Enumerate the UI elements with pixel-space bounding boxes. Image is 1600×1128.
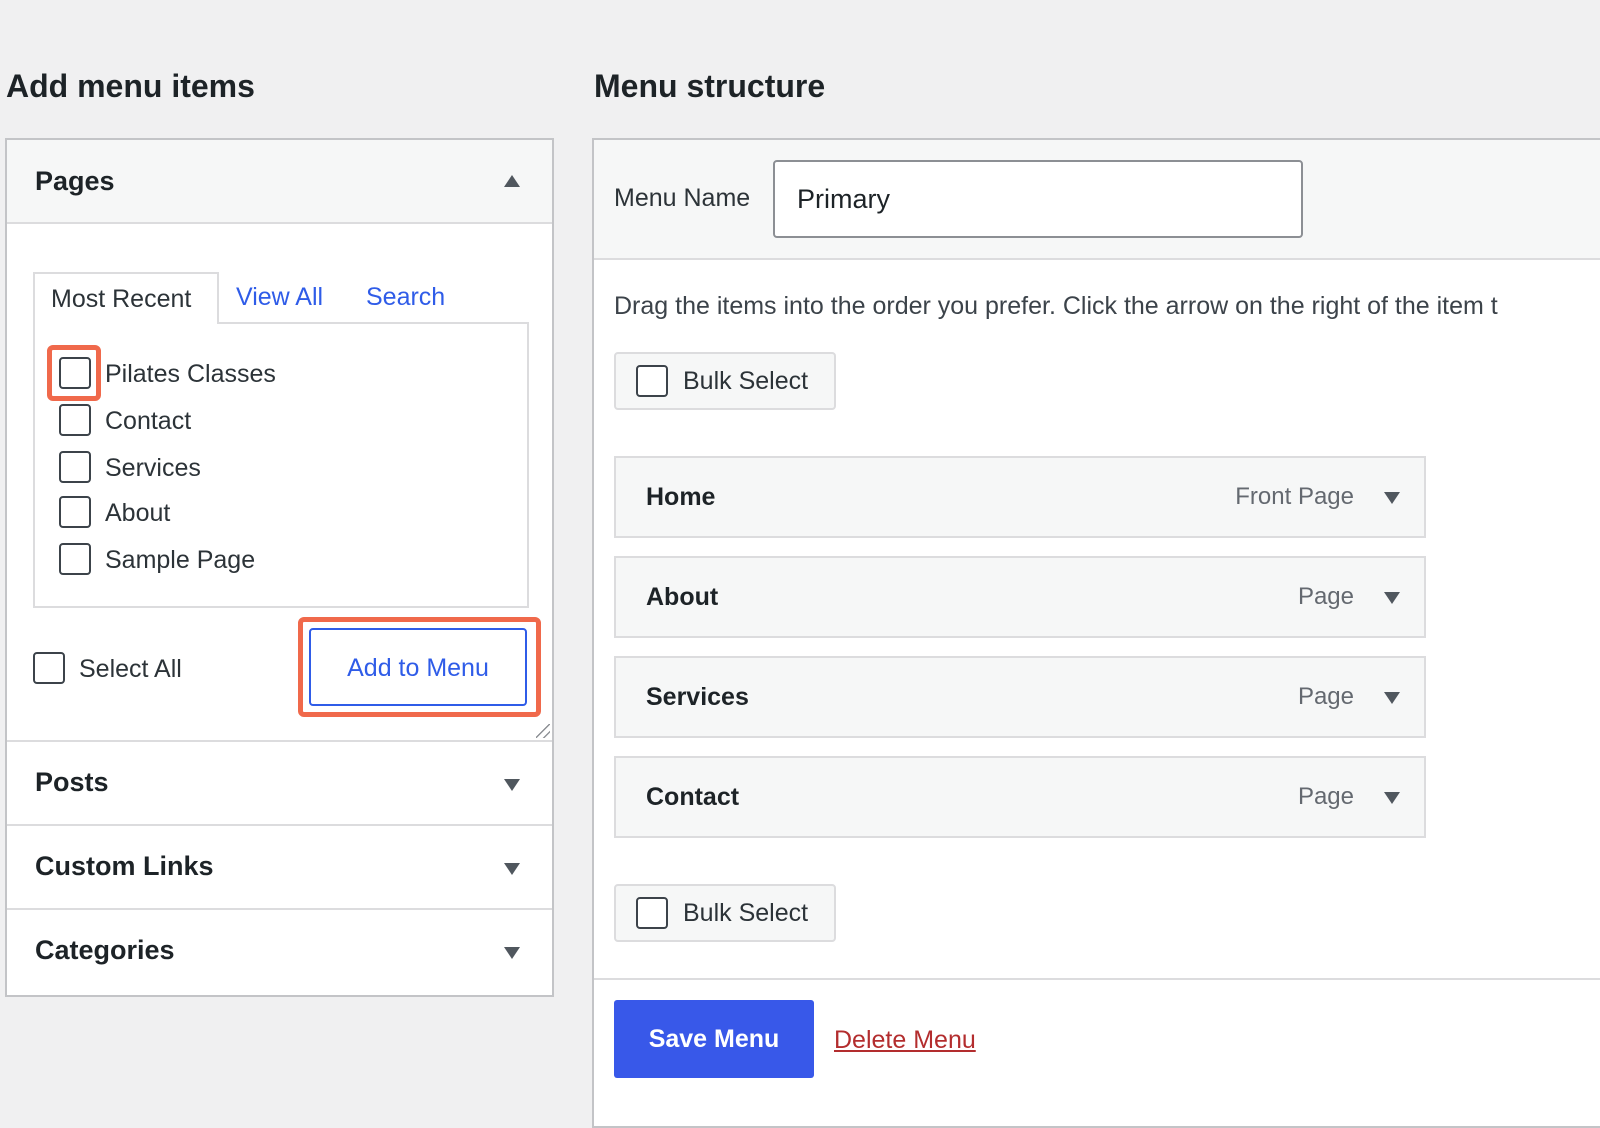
delete-menu-link[interactable]: Delete Menu [834,1026,976,1055]
custom-links-section-title: Custom Links [35,851,214,881]
add-menu-items-title: Add menu items [6,68,255,104]
bulk-select-label: Bulk Select [683,367,809,395]
menu-name-header: Menu Name [594,140,1600,260]
save-menu-button[interactable]: Save Menu [614,1000,814,1078]
pages-section-title: Pages [35,166,115,196]
expand-arrow-icon[interactable] [504,863,520,875]
menu-structure-panel: Menu Name Drag the items into the order … [592,138,1600,1128]
page-item-label: Sample Page [105,546,256,574]
tab-view-all[interactable]: View All [236,272,323,322]
page-item-label: About [105,499,171,527]
page-checkbox[interactable] [59,357,91,389]
menu-item-title: Services [646,683,749,711]
menu-item-about[interactable]: About Page [614,556,1426,638]
categories-section-title: Categories [35,935,175,965]
menu-item-contact[interactable]: Contact Page [614,756,1426,838]
menu-item-services[interactable]: Services Page [614,656,1426,738]
posts-section-title: Posts [35,767,109,797]
expand-arrow-icon[interactable] [504,779,520,791]
add-menu-items-panel: Pages Most Recent View All Search Pilate… [5,138,554,997]
page-item-label: Contact [105,407,192,435]
bulk-select-label: Bulk Select [683,899,809,927]
page-item-label: Pilates Classes [105,360,276,388]
bulk-select-top[interactable]: Bulk Select [614,352,836,410]
menu-item-home[interactable]: Home Front Page [614,456,1426,538]
menu-item-type: Page [1297,683,1354,710]
menu-name-label: Menu Name [614,184,751,212]
categories-section-header[interactable]: Categories [7,910,552,994]
most-recent-pages-list: Pilates Classes Contact Services About S… [33,322,529,608]
menu-item-type: Page [1297,583,1354,610]
expand-arrow-icon[interactable] [1384,792,1400,804]
page-checkbox[interactable] [59,543,91,575]
tab-most-recent[interactable]: Most Recent [33,272,219,324]
page-checkbox[interactable] [59,451,91,483]
select-all-label: Select All [79,655,182,683]
menu-item-title: About [646,583,719,611]
menu-instructions: Drag the items into the order you prefer… [614,292,1498,320]
bulk-select-bottom[interactable]: Bulk Select [614,884,836,942]
pages-section-body: Most Recent View All Search Pilates Clas… [7,224,552,742]
menu-item-type: Page [1297,783,1354,810]
expand-arrow-icon[interactable] [1384,592,1400,604]
page-checkbox[interactable] [59,404,91,436]
menu-item-type: Front Page [1235,483,1354,510]
bulk-select-checkbox[interactable] [636,897,668,929]
collapse-arrow-icon[interactable] [504,175,520,187]
menu-name-input[interactable] [773,160,1303,238]
pages-section-header[interactable]: Pages [7,140,552,224]
select-all-checkbox[interactable] [33,652,65,684]
menu-item-title: Contact [646,783,740,811]
expand-arrow-icon[interactable] [504,947,520,959]
tab-search[interactable]: Search [366,272,445,322]
posts-section-header[interactable]: Posts [7,742,552,826]
menu-structure-title: Menu structure [594,68,826,104]
page-checkbox[interactable] [59,496,91,528]
expand-arrow-icon[interactable] [1384,492,1400,504]
custom-links-section-header[interactable]: Custom Links [7,826,552,910]
resize-grip-icon[interactable] [536,724,550,738]
bulk-select-checkbox[interactable] [636,365,668,397]
footer-divider [594,978,1600,980]
page-item-label: Services [105,454,201,482]
add-to-menu-button[interactable]: Add to Menu [309,628,527,706]
menu-item-title: Home [646,483,716,511]
expand-arrow-icon[interactable] [1384,692,1400,704]
